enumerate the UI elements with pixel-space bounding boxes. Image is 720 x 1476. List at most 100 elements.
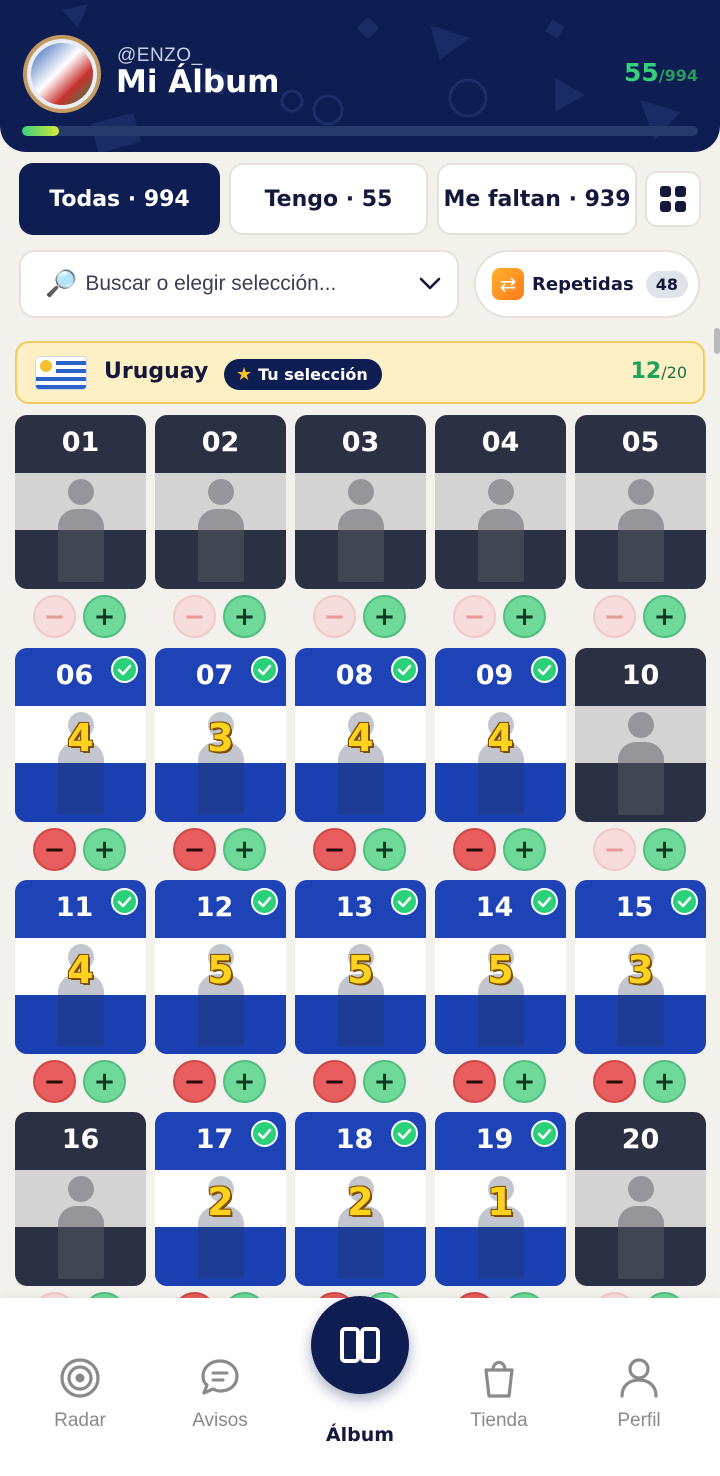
- chat-bubble-icon: [201, 1359, 239, 1395]
- sticker-card[interactable]: 10: [575, 648, 706, 822]
- decrement-button[interactable]: −: [173, 595, 216, 638]
- sticker-number: 16: [61, 1124, 100, 1155]
- sticker-quantity: 4: [347, 716, 374, 760]
- decrement-button[interactable]: −: [453, 1060, 496, 1103]
- sticker-card[interactable]: 07 3: [155, 648, 286, 822]
- sticker-card[interactable]: 15 3: [575, 880, 706, 1054]
- sticker-card[interactable]: 03: [295, 415, 426, 589]
- check-icon: [251, 1120, 278, 1147]
- increment-button[interactable]: +: [643, 1060, 686, 1103]
- nav-label: Tienda: [470, 1410, 528, 1431]
- check-icon: [111, 888, 138, 915]
- player-silhouette-icon: [618, 479, 664, 582]
- nav-label: Radar: [54, 1410, 106, 1431]
- sticker-card[interactable]: 11 4: [15, 880, 146, 1054]
- player-silhouette-icon: [58, 1176, 104, 1279]
- sticker-card[interactable]: 17 2: [155, 1112, 286, 1286]
- sticker-card[interactable]: 09 4: [435, 648, 566, 822]
- check-icon: [251, 656, 278, 683]
- check-icon: [391, 656, 418, 683]
- increment-button[interactable]: +: [503, 1060, 546, 1103]
- sticker-quantity: 2: [207, 1180, 234, 1224]
- increment-button[interactable]: +: [223, 828, 266, 871]
- sticker-quantity: 1: [487, 1180, 514, 1224]
- increment-button[interactable]: +: [363, 828, 406, 871]
- decrement-button[interactable]: −: [33, 595, 76, 638]
- increment-button[interactable]: +: [643, 595, 686, 638]
- increment-button[interactable]: +: [223, 595, 266, 638]
- sticker-quantity: 3: [627, 948, 654, 992]
- player-silhouette-icon: [338, 479, 384, 582]
- sticker-number: 05: [621, 427, 660, 458]
- sticker-card[interactable]: 04: [435, 415, 566, 589]
- sticker-quantity: 3: [207, 716, 234, 760]
- player-silhouette-icon: [618, 1176, 664, 1279]
- decrement-button[interactable]: −: [453, 828, 496, 871]
- check-icon: [251, 888, 278, 915]
- sticker-card[interactable]: 13 5: [295, 880, 426, 1054]
- check-icon: [531, 888, 558, 915]
- sticker-card[interactable]: 14 5: [435, 880, 566, 1054]
- sticker-card[interactable]: 06 4: [15, 648, 146, 822]
- nav-tienda[interactable]: Tienda: [439, 1356, 559, 1432]
- sticker-card[interactable]: 08 4: [295, 648, 426, 822]
- check-icon: [531, 656, 558, 683]
- sticker-card[interactable]: 02: [155, 415, 286, 589]
- sticker-quantity: 5: [487, 948, 514, 992]
- player-silhouette-icon: [198, 479, 244, 582]
- increment-button[interactable]: +: [503, 828, 546, 871]
- increment-button[interactable]: +: [503, 595, 546, 638]
- check-icon: [111, 656, 138, 683]
- player-silhouette-icon: [618, 712, 664, 815]
- shopping-bag-icon: [484, 1360, 514, 1398]
- check-icon: [391, 1120, 418, 1147]
- nav-label: Avisos: [192, 1410, 248, 1431]
- decrement-button[interactable]: −: [453, 595, 496, 638]
- sticker-card[interactable]: 19 1: [435, 1112, 566, 1286]
- increment-button[interactable]: +: [83, 1060, 126, 1103]
- sticker-grid: 01− +02− +03− +04− +05− +06 4− +07 3− +08 4− +09 4− +…: [0, 0, 720, 1300]
- check-icon: [671, 888, 698, 915]
- sticker-number: 01: [61, 427, 100, 458]
- decrement-button[interactable]: −: [593, 828, 636, 871]
- increment-button[interactable]: +: [363, 595, 406, 638]
- radar-icon: [60, 1358, 100, 1398]
- sticker-number: 20: [621, 1124, 660, 1155]
- increment-button[interactable]: +: [83, 828, 126, 871]
- decrement-button[interactable]: −: [33, 1060, 76, 1103]
- player-silhouette-icon: [478, 479, 524, 582]
- sticker-card[interactable]: 12 5: [155, 880, 286, 1054]
- sticker-number: 10: [621, 660, 660, 691]
- sticker-card[interactable]: 20: [575, 1112, 706, 1286]
- check-icon: [531, 1120, 558, 1147]
- decrement-button[interactable]: −: [593, 595, 636, 638]
- decrement-button[interactable]: −: [173, 828, 216, 871]
- sticker-quantity: 5: [347, 948, 374, 992]
- decrement-button[interactable]: −: [313, 828, 356, 871]
- decrement-button[interactable]: −: [33, 828, 76, 871]
- sticker-number: 03: [341, 427, 380, 458]
- nav-radar[interactable]: Radar: [20, 1356, 140, 1432]
- sticker-number: 04: [481, 427, 520, 458]
- decrement-button[interactable]: −: [593, 1060, 636, 1103]
- decrement-button[interactable]: −: [313, 1060, 356, 1103]
- sticker-card[interactable]: 05: [575, 415, 706, 589]
- album-book-icon: [340, 1327, 380, 1363]
- nav-album-button[interactable]: [311, 1296, 409, 1394]
- sticker-card[interactable]: 18 2: [295, 1112, 426, 1286]
- nav-album-label[interactable]: Álbum: [300, 1424, 420, 1446]
- increment-button[interactable]: +: [223, 1060, 266, 1103]
- decrement-button[interactable]: −: [173, 1060, 216, 1103]
- increment-button[interactable]: +: [643, 828, 686, 871]
- increment-button[interactable]: +: [363, 1060, 406, 1103]
- decrement-button[interactable]: −: [313, 595, 356, 638]
- nav-perfil[interactable]: Perfil: [579, 1356, 699, 1432]
- nav-avisos[interactable]: Avisos: [160, 1356, 280, 1432]
- check-icon: [391, 888, 418, 915]
- sticker-quantity: 4: [67, 716, 94, 760]
- sticker-quantity: 4: [487, 716, 514, 760]
- sticker-card[interactable]: 01: [15, 415, 146, 589]
- sticker-card[interactable]: 16: [15, 1112, 146, 1286]
- increment-button[interactable]: +: [83, 595, 126, 638]
- nav-label: Perfil: [617, 1410, 661, 1431]
